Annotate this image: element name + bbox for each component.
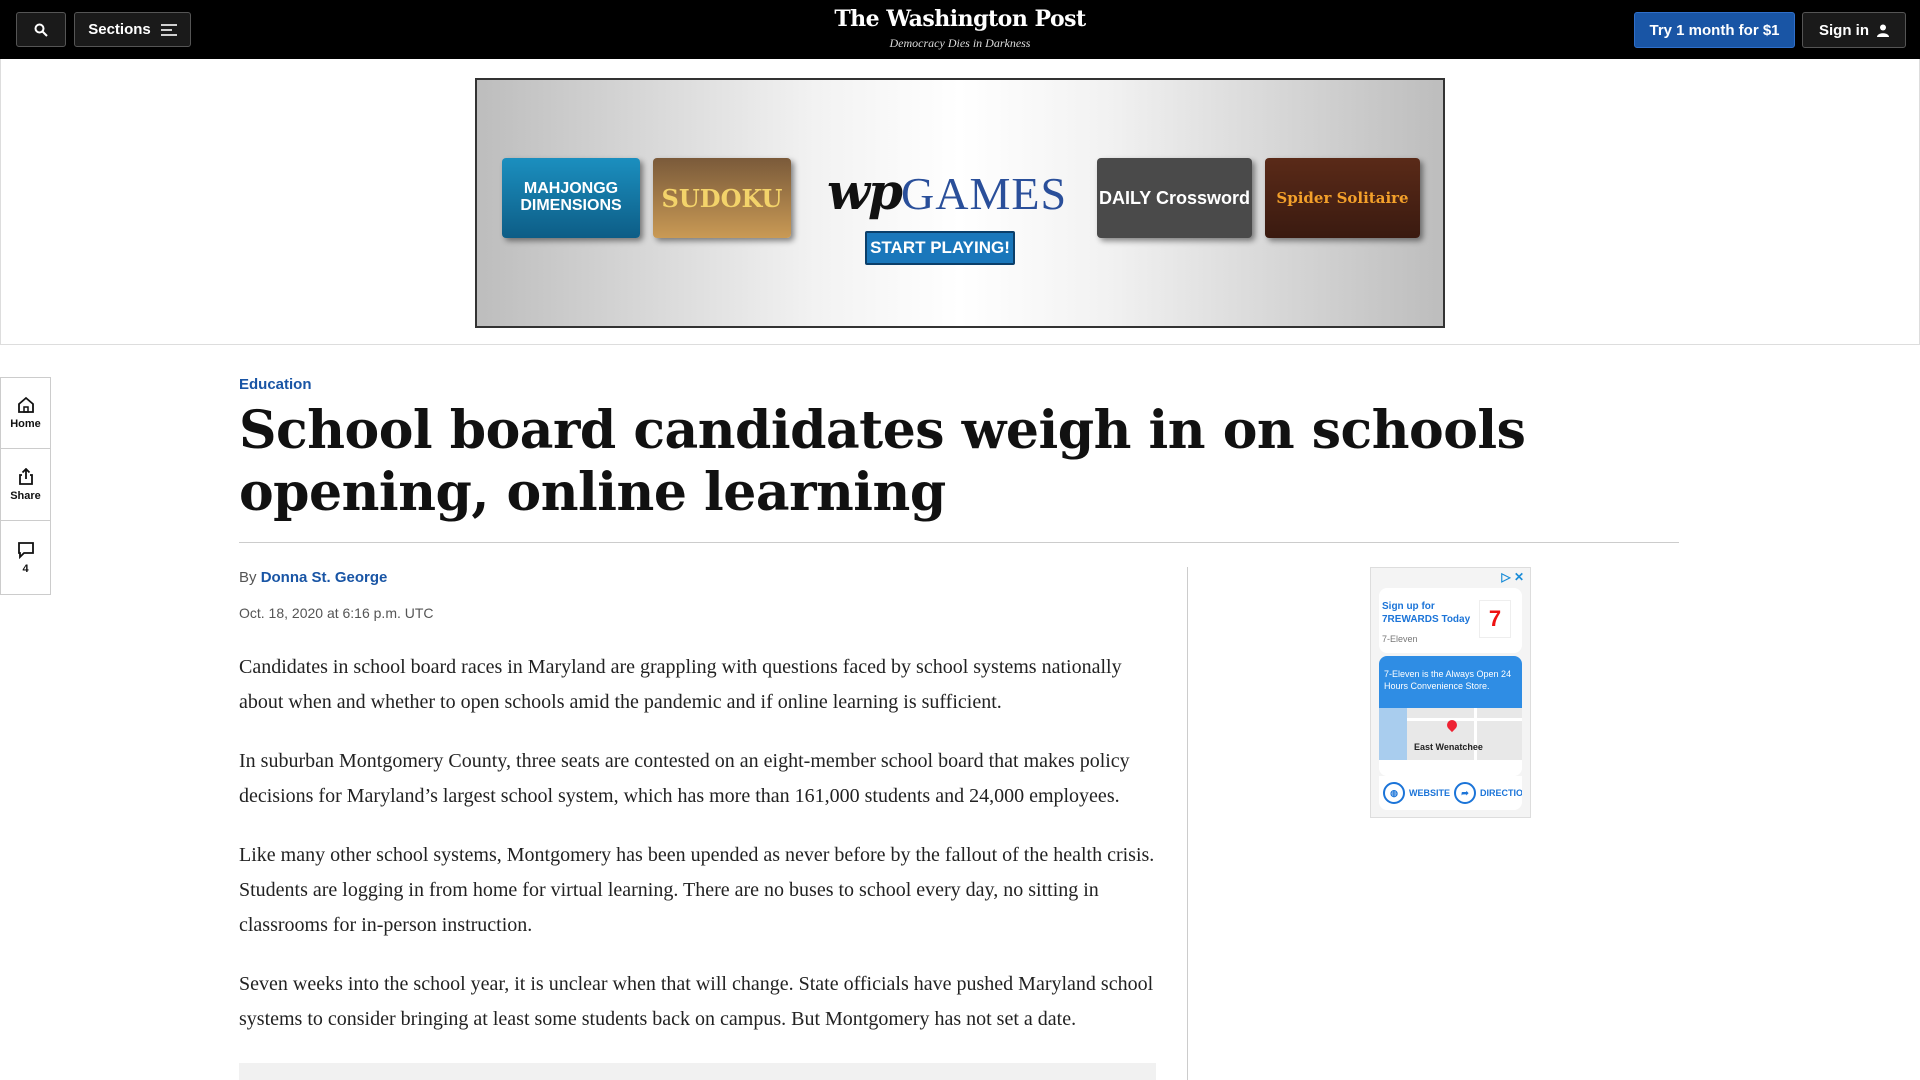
sections-button[interactable]: Sections [74,12,191,47]
globe-icon[interactable]: ◍ [1383,782,1405,804]
article-body: Candidates in school board races in Mary… [239,650,1159,1061]
search-button[interactable] [16,12,66,47]
byline-prefix: By [239,569,257,586]
ad-website-link[interactable]: WEBSITE [1409,788,1450,798]
article-headline: School board candidates weigh in on scho… [239,400,1526,523]
wp-games-brand-wp: wp [827,162,903,221]
byline: By Donna St. George [239,569,387,586]
top-nav: Sections The Washington Post Democracy D… [0,0,1920,59]
ad-signup-card[interactable]: Sign up for 7REWARDS Today 7-Eleven 7 [1379,588,1522,653]
article-paragraph: In suburban Montgomery County, three sea… [239,750,1130,807]
comment-count: 4 [22,562,29,575]
masthead[interactable]: The Washington Post Democracy Dies in Da… [760,6,1160,51]
map-road [1407,718,1522,721]
article-paragraph: Seven weeks into the school year, it is … [239,973,1154,1030]
home-icon [17,396,34,413]
directions-icon[interactable]: ➦ [1454,782,1477,804]
map-label: East Wenatchee [1414,742,1483,752]
site-logo[interactable]: The Washington Post [760,6,1160,32]
article-paragraph: Like many other school systems, Montgome… [239,844,1155,936]
ad-map[interactable]: East Wenatchee [1379,708,1522,760]
author-link[interactable]: Donna St. George [261,569,388,586]
wp-games-brand-games: GAMES [901,168,1068,219]
ad-directions-link[interactable]: DIRECTIONS [1480,788,1522,798]
wp-games-logo: wpGAMES [827,162,1067,221]
user-icon [1877,24,1889,37]
headline-divider [239,542,1679,543]
search-icon [34,23,48,37]
map-road [1474,708,1477,760]
ad-tile-mahjongg[interactable]: MAHJONGG DIMENSIONS [502,158,640,238]
rail-comments-button[interactable]: 4 [0,521,51,595]
side-ad[interactable]: ▷ ✕ Sign up for 7REWARDS Today 7-Eleven … [1370,567,1531,818]
start-playing-button[interactable]: START PLAYING! [865,231,1015,265]
ad-choices-close-icon[interactable]: ▷ ✕ [1501,570,1524,584]
comment-icon [17,541,34,559]
ad-promo-card[interactable]: 7-Eleven is the Always Open 24 Hours Con… [1379,656,1522,776]
menu-icon [160,23,177,36]
sections-label: Sections [88,21,151,38]
games-ad-banner[interactable]: MAHJONGG DIMENSIONS SUDOKU wpGAMES START… [475,78,1445,328]
ad-promo-text: 7-Eleven is the Always Open 24 Hours Con… [1379,656,1522,708]
seven-eleven-logo: 7 [1479,600,1511,638]
site-tagline: Democracy Dies in Darkness [889,36,1031,50]
subscribe-button[interactable]: Try 1 month for $1 [1634,12,1795,48]
rail-share-label: Share [10,489,41,502]
inline-placeholder [239,1063,1156,1080]
rail-share-button[interactable]: Share [0,449,51,521]
ad-tile-sudoku[interactable]: SUDOKU [653,158,791,238]
ad-signup-text: Sign up for 7REWARDS Today [1382,601,1471,625]
ad-tile-crossword[interactable]: DAILY Crossword [1097,158,1252,238]
column-divider [1187,567,1188,1080]
ad-actions: ◍ WEBSITE ➦ DIRECTIONS [1379,776,1522,810]
article-paragraph: Candidates in school board races in Mary… [239,656,1122,713]
publish-date: Oct. 18, 2020 at 6:16 p.m. UTC [239,605,434,621]
ad-tile-spider-solitaire[interactable]: Spider Solitaire [1265,158,1420,238]
sign-in-button[interactable]: Sign in [1802,12,1906,48]
section-kicker[interactable]: Education [239,376,312,393]
rail-home-label: Home [10,418,41,430]
ad-brand-name: 7-Eleven [1382,634,1418,644]
sign-in-label: Sign in [1819,21,1869,39]
share-icon [18,467,33,485]
map-water [1379,708,1407,760]
rail-home-button[interactable]: Home [0,377,51,449]
